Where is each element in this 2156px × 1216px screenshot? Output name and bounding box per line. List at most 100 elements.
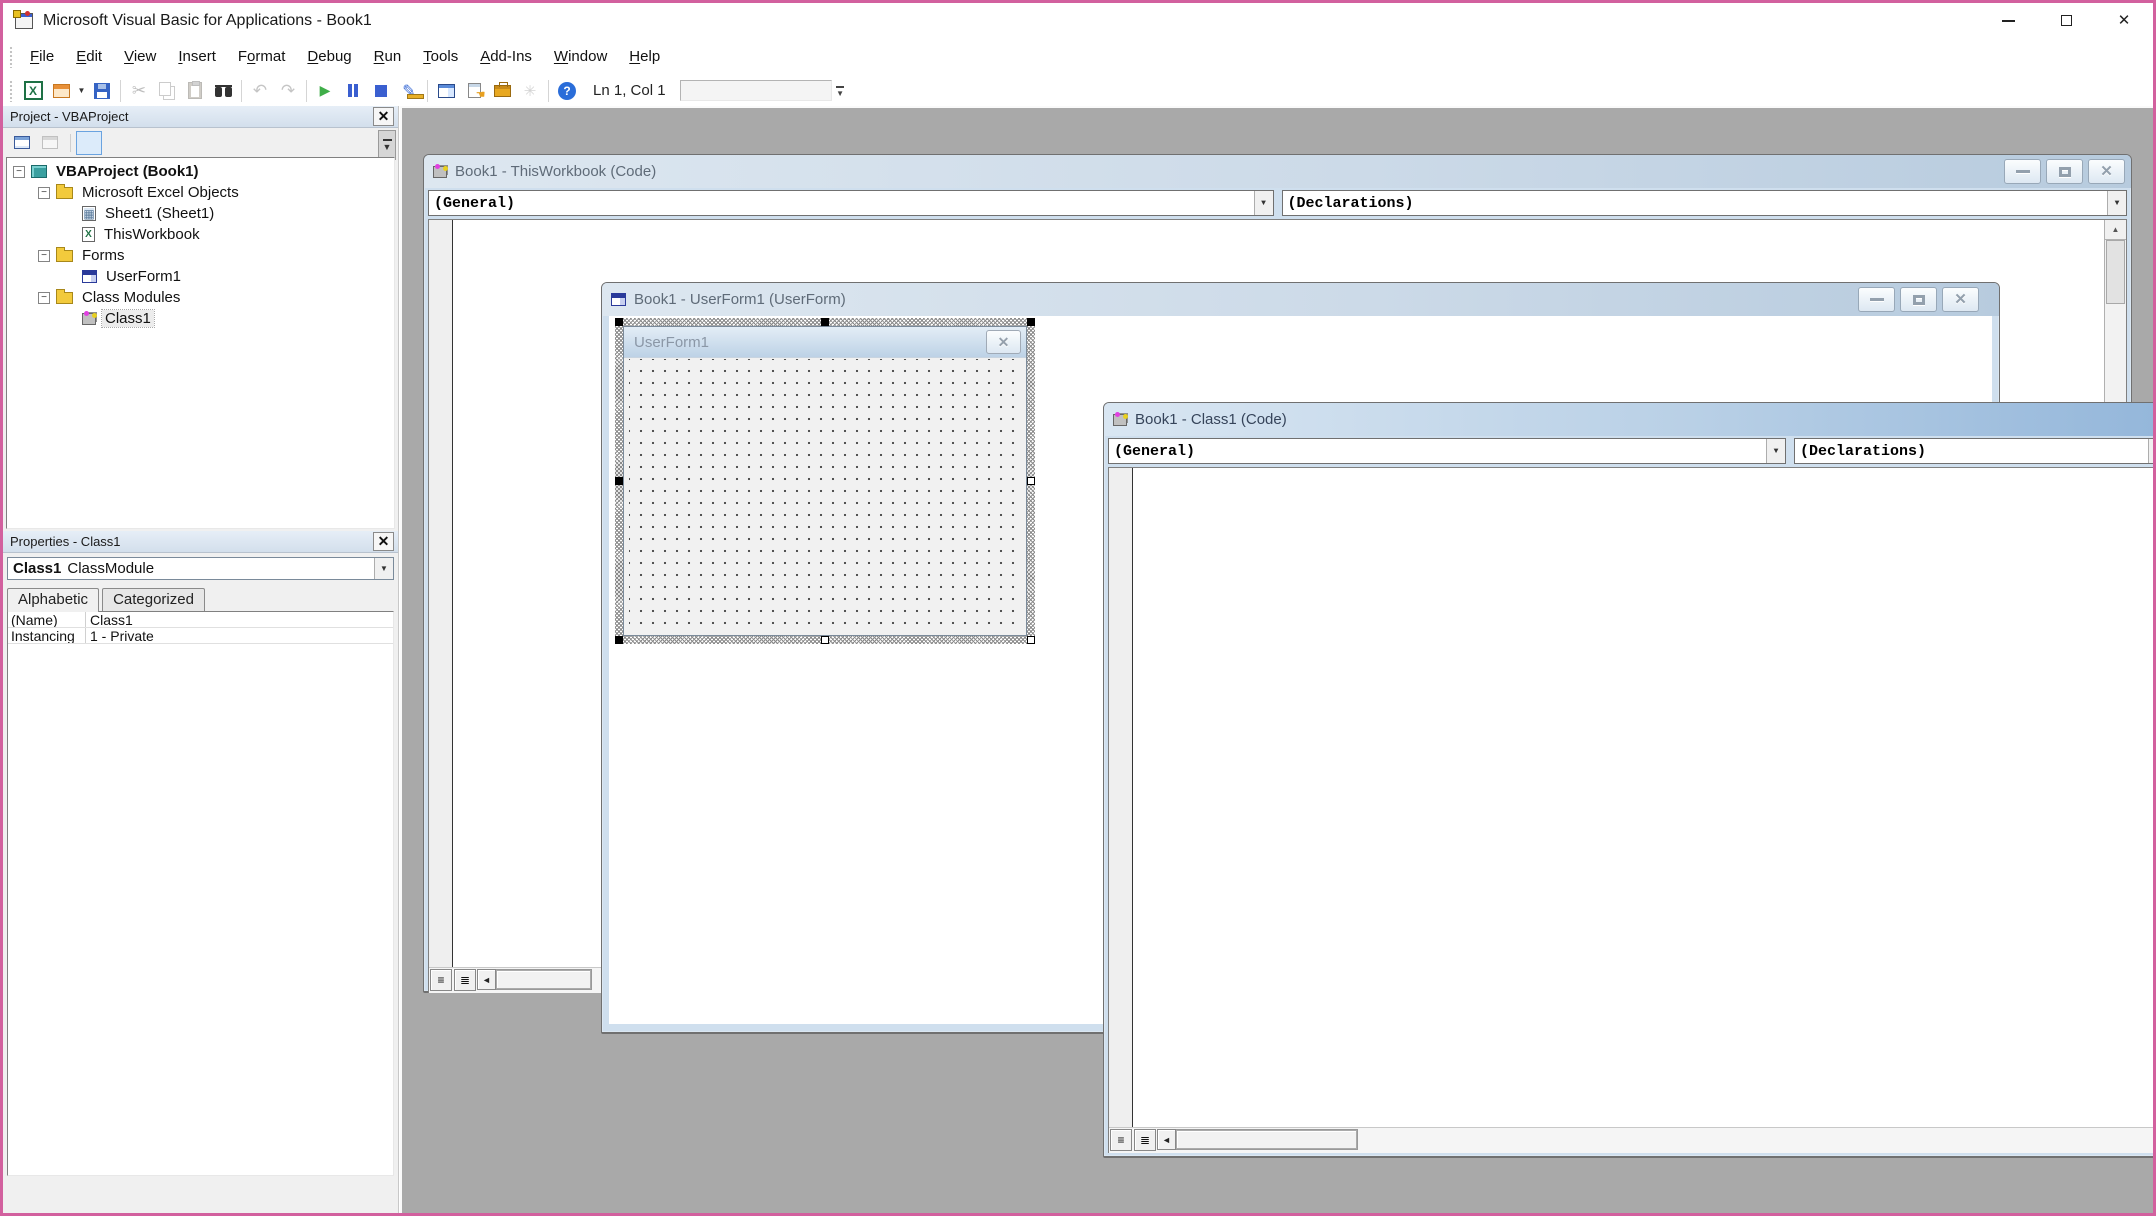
procedure-view-button[interactable]: ≡ — [430, 969, 452, 991]
resize-handle-bottom-right[interactable] — [1027, 636, 1035, 644]
toolbar-help-button[interactable] — [553, 78, 581, 103]
menu-grip[interactable] — [9, 46, 14, 68]
vertical-scroll-thumb[interactable] — [2106, 240, 2125, 304]
object-dropdown[interactable]: (General) ▼ — [1108, 438, 1786, 464]
menu-format[interactable]: Format — [227, 42, 297, 71]
menu-insert[interactable]: Insert — [167, 42, 227, 71]
menu-add-ins[interactable]: Add-Ins — [469, 42, 543, 71]
minimize-button[interactable] — [1858, 287, 1895, 312]
toolbar-view-microsoft-excel-button[interactable] — [19, 78, 47, 103]
close-button[interactable]: ✕ — [2088, 159, 2125, 184]
minimize-button[interactable] — [1979, 3, 2037, 38]
toolbar-reset-button[interactable] — [367, 78, 395, 103]
menu-file[interactable]: File — [19, 42, 65, 71]
view-code-button[interactable] — [9, 131, 35, 155]
object-selector-dropdown[interactable]: Class1 ClassModule ▼ — [7, 557, 394, 580]
full-module-view-button[interactable]: ≣ — [454, 969, 476, 991]
resize-handle-top-right[interactable] — [1027, 318, 1035, 326]
tree-item-thisworkbook[interactable]: ThisWorkbook — [7, 224, 394, 245]
project-panel-close-button[interactable]: ✕ — [373, 107, 394, 126]
procedure-dropdown[interactable]: (Declarations) ▼ — [1794, 438, 2153, 464]
class1-title-bar[interactable]: Book1 - Class1 (Code) — [1104, 403, 2153, 436]
toolbar-cut-button[interactable] — [125, 78, 153, 103]
maximize-button[interactable] — [1900, 287, 1937, 312]
toolbar-save-button[interactable] — [88, 78, 116, 103]
tree-expander[interactable]: − — [38, 292, 50, 304]
property-value[interactable]: 1 - Private — [86, 628, 154, 643]
toolbar-copy-button[interactable] — [153, 78, 181, 103]
maximize-button[interactable] — [2046, 159, 2083, 184]
toolbar-toolbox-button[interactable] — [488, 78, 516, 103]
toolbar-redo-button[interactable] — [274, 78, 302, 103]
maximize-button[interactable] — [2037, 3, 2095, 38]
property-value[interactable]: Class1 — [86, 612, 133, 627]
userform-design-surface[interactable]: UserForm1 ✕ — [623, 326, 1027, 636]
scroll-left-arrow[interactable]: ◄ — [1157, 1129, 1176, 1150]
toolbar-design-mode-button[interactable] — [395, 78, 423, 103]
tree-item-sheet1-sheet1[interactable]: Sheet1 (Sheet1) — [7, 203, 394, 224]
resize-handle-middle-left[interactable] — [615, 477, 623, 485]
resize-handle-bottom-left[interactable] — [615, 636, 623, 644]
resize-handle-bottom-center[interactable] — [821, 636, 829, 644]
tab-alphabetic[interactable]: Alphabetic — [7, 588, 99, 612]
close-button[interactable]: ✕ — [2095, 3, 2153, 38]
chevron-down-icon[interactable]: ▼ — [2148, 439, 2153, 463]
menu-run[interactable]: Run — [363, 42, 413, 71]
procedure-dropdown[interactable]: (Declarations) ▼ — [1282, 190, 2128, 216]
toolbar-project-explorer-button[interactable] — [432, 78, 460, 103]
chevron-down-icon[interactable]: ▼ — [1254, 191, 1273, 215]
resize-handle-middle-right[interactable] — [1027, 477, 1035, 485]
toolbar-grip[interactable] — [9, 80, 14, 102]
toolbar-undo-button[interactable] — [246, 78, 274, 103]
tree-item-userform1[interactable]: UserForm1 — [7, 266, 394, 287]
toolbar-insert-userform-button[interactable] — [47, 78, 75, 103]
toolbar-find-button[interactable] — [209, 78, 237, 103]
menu-edit[interactable]: Edit — [65, 42, 113, 71]
chevron-down-icon[interactable]: ▼ — [1766, 439, 1785, 463]
menu-help[interactable]: Help — [618, 42, 671, 71]
tree-item-forms[interactable]: −Forms — [7, 245, 394, 266]
resize-handle-top-center[interactable] — [821, 318, 829, 326]
chevron-down-icon[interactable]: ▼ — [2107, 191, 2126, 215]
tree-expander[interactable]: − — [38, 187, 50, 199]
code-window-class1[interactable]: Book1 - Class1 (Code) (General) ▼ (Decla… — [1103, 402, 2153, 1158]
horizontal-scrollbar[interactable] — [1176, 1129, 1358, 1150]
tree-expander[interactable]: − — [13, 166, 25, 178]
userform-grid-area[interactable] — [629, 359, 1021, 629]
tree-expander[interactable]: − — [38, 250, 50, 262]
toolbar-paste-button[interactable] — [181, 78, 209, 103]
horizontal-scroll-thumb[interactable] — [496, 970, 591, 989]
full-module-view-button[interactable]: ≣ — [1134, 1129, 1156, 1151]
userform-close-button[interactable]: ✕ — [986, 330, 1021, 354]
object-dropdown[interactable]: (General) ▼ — [428, 190, 1274, 216]
toolbar-properties-window-button[interactable] — [460, 78, 488, 103]
toolbar-run-button[interactable] — [311, 78, 339, 103]
scroll-left-arrow[interactable]: ◄ — [477, 969, 496, 990]
procedure-view-button[interactable]: ≡ — [1110, 1129, 1132, 1151]
close-button[interactable]: ✕ — [1942, 287, 1979, 312]
tree-item-class1[interactable]: Class1 — [7, 308, 394, 329]
menu-view[interactable]: View — [113, 42, 167, 71]
project-tree-scroll-button[interactable]: ▼ — [378, 130, 396, 160]
properties-panel-close-button[interactable]: ✕ — [373, 532, 394, 551]
menu-debug[interactable]: Debug — [296, 42, 362, 71]
menu-tools[interactable]: Tools — [412, 42, 469, 71]
horizontal-scrollbar[interactable] — [496, 969, 592, 990]
resize-handle-top-left[interactable] — [615, 318, 623, 326]
toolbar-break-button[interactable] — [339, 78, 367, 103]
chevron-down-icon[interactable]: ▼ — [374, 558, 393, 579]
userform-title-bar[interactable]: Book1 - UserForm1 (UserForm) ✕ — [602, 283, 1999, 316]
horizontal-scroll-thumb[interactable] — [1176, 1130, 1357, 1149]
toolbar-object-browser-button[interactable] — [516, 78, 544, 103]
scroll-up-arrow[interactable]: ▲ — [2105, 220, 2126, 240]
toggle-folders-button[interactable] — [76, 131, 102, 155]
minimize-button[interactable] — [2004, 159, 2041, 184]
view-object-button[interactable] — [37, 131, 63, 155]
menu-window[interactable]: Window — [543, 42, 618, 71]
tree-item-vbaproject-book1[interactable]: −VBAProject (Book1) — [7, 161, 394, 182]
tab-categorized[interactable]: Categorized — [102, 588, 205, 611]
toolbar-options-button[interactable]: ▼ — [833, 77, 848, 104]
tree-item-microsoft-excel-objects[interactable]: −Microsoft Excel Objects — [7, 182, 394, 203]
tree-item-class-modules[interactable]: −Class Modules — [7, 287, 394, 308]
thisworkbook-title-bar[interactable]: Book1 - ThisWorkbook (Code) ✕ — [424, 155, 2131, 188]
